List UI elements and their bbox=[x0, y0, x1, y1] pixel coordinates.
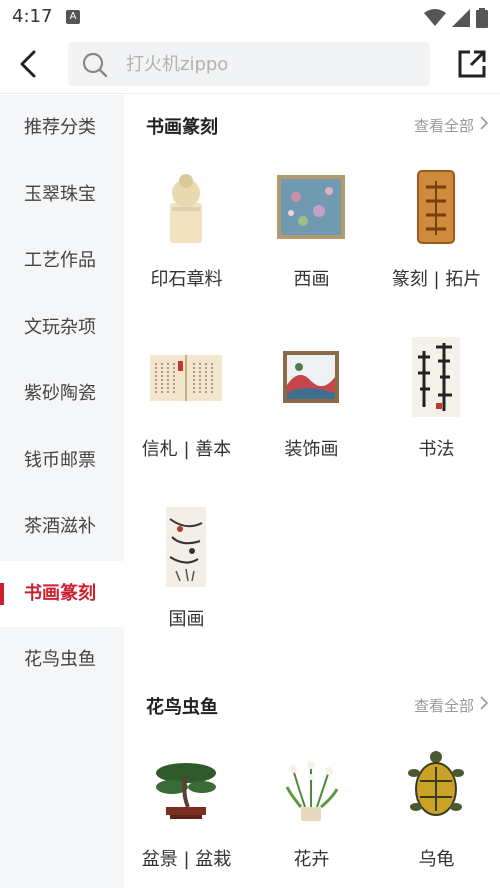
search-input[interactable] bbox=[126, 42, 416, 86]
battery-icon bbox=[476, 8, 488, 28]
status-icons bbox=[424, 8, 488, 28]
share-button[interactable] bbox=[456, 48, 488, 80]
subcategory-item[interactable]: 信札 | 善本 bbox=[124, 327, 249, 497]
notification-icon: A bbox=[66, 10, 80, 24]
subcategory-grid: 印石章料 西画 篆刻 | 拓片 信札 | 善本 装饰画 书法 国画 bbox=[124, 157, 500, 667]
signal-icon bbox=[452, 9, 470, 27]
subcategory-item[interactable]: 乌龟 bbox=[374, 737, 499, 888]
search-icon bbox=[82, 52, 108, 78]
share-icon bbox=[458, 50, 486, 78]
bonsai-icon bbox=[156, 763, 216, 819]
see-all-link[interactable]: 查看全部 bbox=[414, 115, 474, 136]
sidebar-item-recommended[interactable]: 推荐分类 bbox=[0, 95, 124, 162]
category-content: 书画篆刻 查看全部 印石章料 西画 篆刻 | 拓片 信札 | 善本 装饰画 书法… bbox=[124, 95, 500, 888]
subcategory-item[interactable]: 书法 bbox=[374, 327, 499, 497]
sidebar-item-tea-wine[interactable]: 茶酒滋补 bbox=[0, 494, 124, 561]
subcategory-label: 花卉 bbox=[293, 849, 330, 870]
subcategory-label: 书法 bbox=[418, 439, 455, 460]
subcategory-label: 国画 bbox=[168, 609, 205, 630]
subcategory-item[interactable]: 国画 bbox=[124, 497, 249, 667]
chevron-right-icon bbox=[480, 116, 488, 130]
subcategory-label: 西画 bbox=[293, 269, 330, 290]
subcategory-label: 信札 | 善本 bbox=[141, 439, 232, 460]
wifi-icon bbox=[424, 9, 446, 26]
subcategory-label: 印石章料 bbox=[150, 269, 223, 290]
flower-icon bbox=[285, 761, 339, 821]
subcategory-label: 盆景 | 盆栽 bbox=[141, 849, 232, 870]
sidebar-item-collectibles[interactable]: 文玩杂项 bbox=[0, 295, 124, 362]
section-header: 书画篆刻 查看全部 bbox=[124, 95, 500, 157]
sidebar-item-crafts[interactable]: 工艺作品 bbox=[0, 228, 124, 295]
chinese-painting-icon bbox=[166, 507, 206, 587]
subcategory-grid: 盆景 | 盆栽 花卉 乌龟 bbox=[124, 737, 500, 888]
western-painting-icon bbox=[277, 175, 345, 239]
turtle-icon bbox=[408, 751, 464, 816]
sidebar-item-flowers-birds[interactable]: 花鸟虫鱼 bbox=[0, 627, 124, 694]
chevron-right-icon bbox=[480, 696, 488, 710]
letter-book-icon bbox=[150, 355, 222, 401]
calligraphy-icon bbox=[412, 337, 460, 417]
see-all-link[interactable]: 查看全部 bbox=[414, 695, 474, 716]
top-bar bbox=[0, 34, 500, 94]
sidebar-item-jade-jewelry[interactable]: 玉翠珠宝 bbox=[0, 162, 124, 229]
subcategory-item[interactable]: 印石章料 bbox=[124, 157, 249, 327]
sidebar-item-ceramics[interactable]: 紫砂陶瓷 bbox=[0, 361, 124, 428]
section-title: 花鸟虫鱼 bbox=[146, 697, 218, 718]
section-title: 书画篆刻 bbox=[146, 117, 218, 138]
sidebar-item-painting-seal[interactable]: 书画篆刻 bbox=[0, 560, 124, 627]
decorative-painting-icon bbox=[283, 351, 339, 403]
subcategory-label: 篆刻 | 拓片 bbox=[391, 269, 482, 290]
status-time: 4:17 bbox=[12, 6, 53, 27]
status-bar: 4:17 A bbox=[0, 0, 500, 34]
category-sidebar: 推荐分类 玉翠珠宝 工艺作品 文玩杂项 紫砂陶瓷 钱币邮票 茶酒滋补 书画篆刻 … bbox=[0, 95, 124, 888]
subcategory-label: 装饰画 bbox=[284, 439, 339, 460]
sidebar-item-coins-stamps[interactable]: 钱币邮票 bbox=[0, 428, 124, 495]
subcategory-item[interactable]: 西画 bbox=[249, 157, 374, 327]
back-arrow-icon bbox=[20, 50, 36, 78]
subcategory-item[interactable]: 花卉 bbox=[249, 737, 374, 888]
back-button[interactable] bbox=[14, 48, 44, 80]
subcategory-item[interactable]: 盆景 | 盆栽 bbox=[124, 737, 249, 888]
seal-carving-icon bbox=[417, 170, 455, 244]
subcategory-label: 乌龟 bbox=[418, 849, 455, 870]
subcategory-item[interactable]: 装饰画 bbox=[249, 327, 374, 497]
seal-stone-icon bbox=[170, 174, 202, 243]
subcategory-item[interactable]: 篆刻 | 拓片 bbox=[374, 157, 499, 327]
search-bar[interactable] bbox=[68, 42, 430, 86]
section-header: 花鸟虫鱼 查看全部 bbox=[124, 675, 500, 737]
